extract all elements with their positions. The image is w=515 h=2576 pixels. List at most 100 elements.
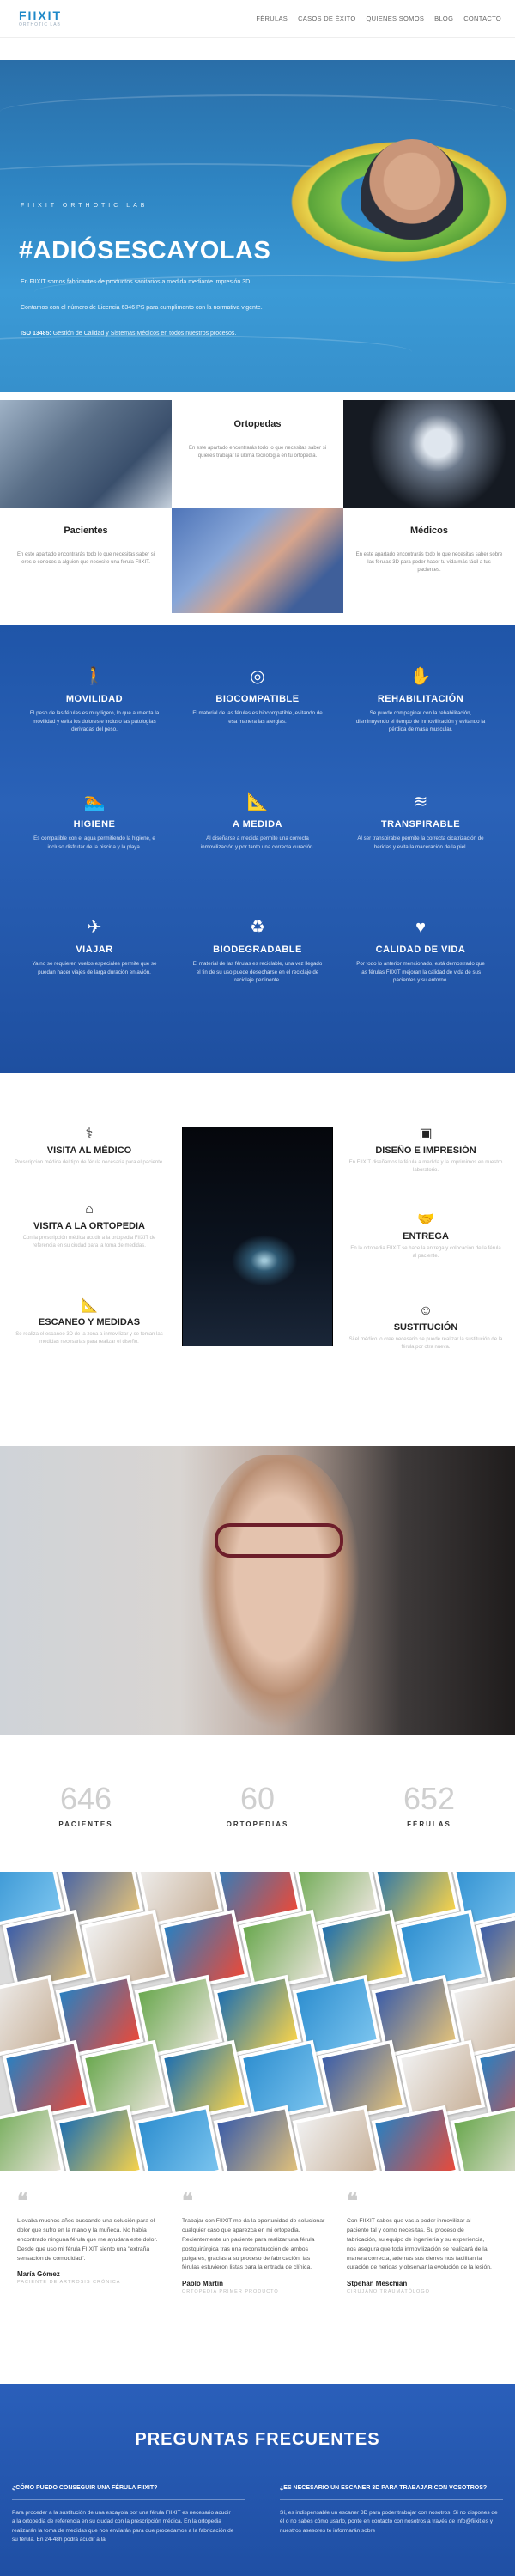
hand-icon: ✋ bbox=[409, 667, 432, 686]
site-header: FIIXIT ORTHOTIC LAB FÉRULAS CASOS DE ÉXI… bbox=[0, 0, 515, 38]
feature-higiene: 🏊 HIGIENE Es compatible con el agua perm… bbox=[17, 790, 172, 851]
xray-image bbox=[343, 400, 515, 508]
feature-biodegradable: ♻ BIODEGRADABLE El material de las férul… bbox=[180, 915, 335, 985]
feature-transpirable: ≋ TRANSPIRABLE Al ser transpirable permi… bbox=[343, 790, 498, 851]
logo[interactable]: FIIXIT bbox=[19, 9, 62, 22]
step-title: ESCANEO Y MEDIDAS bbox=[38, 1317, 141, 1327]
medicos-card[interactable]: Médicos En este apartado encontrarás tod… bbox=[343, 508, 515, 613]
testimonial-text: Llevaba muchos años buscando una solució… bbox=[17, 2218, 158, 2262]
ortopedas-card[interactable]: Ortopedas En este apartado encontrarás t… bbox=[172, 400, 343, 508]
testimonial-role: ORTOPEDIA PRIMER PRODUCTO bbox=[182, 2289, 279, 2295]
step-text: En la ortopedia FIIXIT se hace la entreg… bbox=[350, 1246, 501, 1259]
testimonial-3: ❝ Con FIIXIT sabes que vas a poder inmov… bbox=[347, 2190, 493, 2295]
step-text: En FIIXIT diseñamos la férula a medida y… bbox=[348, 1160, 503, 1173]
heart-hand-icon: ♥ bbox=[415, 918, 426, 937]
pacientes-card[interactable]: Pacientes En este apartado encontrarás t… bbox=[0, 508, 172, 613]
step-title: DISEÑO E IMPRESIÓN bbox=[375, 1145, 476, 1156]
step-text: Se realiza el escaneo 3D de la zona a in… bbox=[15, 1332, 163, 1345]
nav-item-contacto[interactable]: CONTACTO bbox=[464, 15, 501, 22]
mosaic-photo bbox=[371, 2105, 460, 2171]
faq-title: PREGUNTAS FRECUENTES bbox=[135, 2430, 380, 2449]
feature-movilidad: 🚶 MOVILIDAD El peso de las férulas es mu… bbox=[17, 665, 172, 734]
plane-icon: ✈ bbox=[87, 918, 102, 937]
mosaic-photo bbox=[0, 2105, 65, 2171]
nav-item-casos[interactable]: CASOS DE ÉXITO bbox=[298, 15, 355, 22]
stat-ortopedias: 60 ORTOPEDIAS bbox=[189, 1781, 326, 1828]
mosaic-photo bbox=[292, 2105, 381, 2171]
stat-number: 652 bbox=[403, 1781, 456, 1816]
feature-title: REHABILITACIÓN bbox=[377, 694, 464, 704]
testimonial-name: Stpehan Meschian bbox=[347, 2280, 408, 2288]
faq-answer-2: Sí, es indispensable un escaner 3D para … bbox=[280, 2510, 498, 2534]
pacientes-title: Pacientes bbox=[64, 526, 108, 536]
feature-text: Al diseñarse a medida permite una correc… bbox=[200, 835, 315, 850]
hand-splint-image bbox=[172, 508, 343, 613]
feature-rehabilitacion: ✋ REHABILITACIÓN Se puede compaginar con… bbox=[343, 665, 498, 734]
stat-label: FÉRULAS bbox=[407, 1820, 451, 1828]
step-text: Con la prescripción médica acudir a la o… bbox=[22, 1236, 156, 1249]
testimonial-1: ❝ Llevaba muchos años buscando una soluc… bbox=[17, 2190, 163, 2286]
feature-text: Se puede compaginar con la rehabilitació… bbox=[355, 710, 486, 733]
swimmer-icon: 🏊 bbox=[83, 793, 106, 811]
handshake-icon: 🤝 bbox=[417, 1212, 434, 1227]
testimonial-name: María Gómez bbox=[17, 2270, 60, 2279]
smile-icon: ☺ bbox=[418, 1303, 433, 1318]
step-title: VISITA A LA ORTOPEDIA bbox=[33, 1221, 145, 1231]
step-sustitucion: ☺ SUSTITUCIÓN Si el médico lo cree neces… bbox=[348, 1303, 503, 1352]
quote-icon: ❝ bbox=[347, 2190, 358, 2213]
nav-item-blog[interactable]: BLOG bbox=[434, 15, 453, 22]
mosaic-photo bbox=[134, 2105, 223, 2171]
medicos-title: Médicos bbox=[409, 526, 448, 536]
patient-photo bbox=[0, 1446, 515, 1735]
step-title: ENTREGA bbox=[403, 1231, 449, 1242]
hero-text-2: Contamos con el número de Licencia 6346 … bbox=[21, 305, 263, 311]
step-visita-ortopedia: ⌂ VISITA A LA ORTOPEDIA Con la prescripc… bbox=[12, 1202, 167, 1250]
hero-title: #ADIÓSESCAYOLAS bbox=[19, 237, 271, 264]
ortopedas-text: En este apartado encontrarás todo lo que… bbox=[188, 446, 327, 459]
stat-label: ORTOPEDIAS bbox=[226, 1820, 289, 1828]
feature-title: VIAJAR bbox=[76, 945, 113, 955]
faq-answer-1: Para proceder a la sustitución de una es… bbox=[12, 2510, 234, 2543]
step-title: VISITA AL MÉDICO bbox=[46, 1145, 132, 1156]
logo-tagline: ORTHOTIC LAB bbox=[19, 22, 61, 27]
testimonial-role: PACIENTE DE ARTROSIS CRÓNICA bbox=[17, 2280, 121, 2286]
hero-section: FIIXIT ORTHOTIC LAB #ADIÓSESCAYOLAS En F… bbox=[0, 60, 515, 392]
faq-question-1[interactable]: ¿CÓMO PUEDO CONSEGUIR UNA FÉRULA FIIXIT? bbox=[12, 2485, 157, 2491]
testimonial-text: Con FIIXIT sabes que vas a poder inmovil… bbox=[347, 2218, 492, 2271]
faq-question-2[interactable]: ¿ES NECESARIO UN ESCANER 3D PARA TRABAJA… bbox=[280, 2485, 487, 2491]
feature-calidad-de-vida: ♥ CALIDAD DE VIDA Por todo lo anterior m… bbox=[343, 915, 498, 985]
testimonial-role: CIRUJANO TRAUMATÓLOGO bbox=[347, 2289, 430, 2295]
store-icon: ⌂ bbox=[85, 1202, 94, 1217]
medicos-text: En este apartado encontrarás todo lo que… bbox=[355, 552, 503, 573]
step-visita-medico: ⚕ VISITA AL MÉDICO Prescripción médica d… bbox=[12, 1125, 167, 1167]
feature-title: BIODEGRADABLE bbox=[213, 945, 302, 955]
step-escaneo: 📐 ESCANEO Y MEDIDAS Se realiza el escane… bbox=[12, 1297, 167, 1346]
hero-eyebrow: FIIXIT ORTHOTIC LAB bbox=[21, 203, 148, 209]
feature-title: TRANSPIRABLE bbox=[380, 819, 461, 829]
testimonial-2: ❝ Trabajar con FIIXIT me da la oportunid… bbox=[182, 2191, 328, 2295]
quote-icon: ❝ bbox=[17, 2190, 28, 2213]
feature-viajar: ✈ VIAJAR Ya no se requieren vuelos espec… bbox=[17, 915, 172, 976]
feature-title: HIGIENE bbox=[73, 819, 116, 829]
nav-item-ferulas[interactable]: FÉRULAS bbox=[256, 15, 288, 22]
wind-icon: ≋ bbox=[413, 793, 428, 811]
pacientes-text: En este apartado encontrarás todo lo que… bbox=[16, 552, 155, 565]
stat-label: PACIENTES bbox=[58, 1820, 113, 1828]
feature-title: A MEDIDA bbox=[233, 819, 282, 829]
fingerprint-icon: ◎ bbox=[250, 667, 265, 686]
feature-title: BIOCOMPATIBLE bbox=[215, 694, 300, 704]
step-text: Prescripción médica del tipo de férula n… bbox=[15, 1160, 164, 1165]
feature-text: El material de las férulas es reciclable… bbox=[192, 961, 323, 984]
feature-text: El material de las férulas es biocompati… bbox=[192, 710, 323, 725]
step-diseno: ▣ DISEÑO E IMPRESIÓN En FIIXIT diseñamos… bbox=[348, 1125, 503, 1175]
nav-item-quienes[interactable]: QUIENES SOMOS bbox=[366, 15, 424, 22]
ruler-icon: 📐 bbox=[246, 793, 269, 811]
printing-video-image bbox=[182, 1127, 333, 1346]
feature-text: El peso de las férulas es muy ligero, lo… bbox=[29, 710, 160, 733]
features-section: 🚶 MOVILIDAD El peso de las férulas es mu… bbox=[0, 625, 515, 1073]
stat-number: 60 bbox=[239, 1781, 276, 1816]
photo-mosaic bbox=[0, 1872, 515, 2171]
printer-icon: ▣ bbox=[419, 1127, 433, 1141]
recycle-icon: ♻ bbox=[250, 918, 265, 937]
stat-number: 646 bbox=[59, 1781, 112, 1816]
